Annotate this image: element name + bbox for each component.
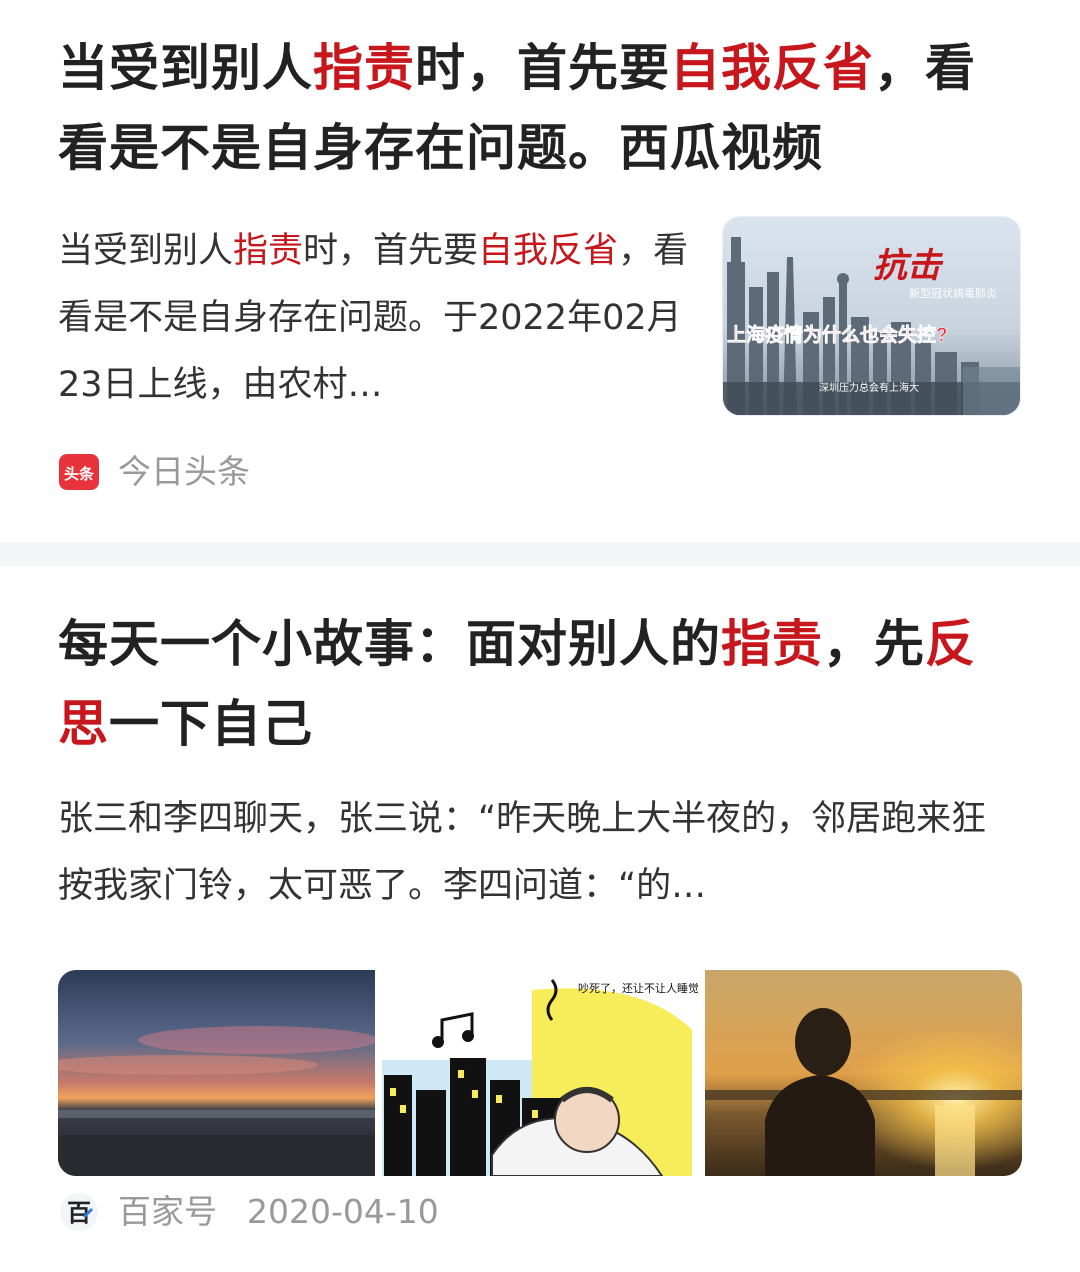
summary-text: 当受到别人 (58, 231, 234, 271)
source-row[interactable]: 头条 今日头条 (58, 451, 250, 493)
result-summary: 张三和李四聊天，张三说：“昨天晚上大半夜的，邻居跑来狂按我家门铃，太可恶了。李四… (58, 799, 987, 906)
thumbnail-credit: 深圳压力总会有上海大 (819, 381, 919, 394)
sunset-beach-image[interactable] (58, 970, 375, 1176)
svg-text:头条: 头条 (64, 465, 95, 483)
title-highlight: 指责 (721, 615, 823, 673)
thumbnail-brush-title: 抗击 (873, 246, 944, 286)
thumbnail-headline: 上海疫情为什么也会失控? (727, 323, 948, 346)
summary-highlight: 指责 (233, 231, 304, 271)
noisy-neighbor-cartoon-image[interactable]: 吵死了，还让不让人睡觉啊? (381, 970, 699, 1176)
card-divider (0, 542, 1080, 566)
title-text: 一下自己 (109, 695, 313, 753)
title-highlight: 指责 (313, 39, 415, 97)
summary-text: 时，首先要 (303, 231, 479, 271)
cartoon-caption: 吵死了，还让不让人睡觉啊? (578, 982, 699, 995)
title-text: 时，首先要 (415, 39, 670, 97)
image-gallery[interactable]: 吵死了，还让不让人睡觉啊? (58, 970, 1022, 1176)
thumbnail-subtitle: 新型冠状病毒肺炎 (909, 286, 997, 300)
search-result-card-2[interactable]: 每天一个小故事：面对别人的指责，先反思一下自己 张三和李四聊天，张三说：“昨天晚… (0, 566, 1080, 1272)
title-text: ，先 (823, 615, 925, 673)
publish-date: 2020-04-10 (247, 1192, 439, 1231)
result-title[interactable]: 每天一个小故事：面对别人的指责，先反思一下自己 (58, 604, 1018, 764)
source-name: 今日头条 (118, 452, 250, 491)
man-sunset-silhouette-image[interactable] (705, 970, 1022, 1176)
baijiahao-logo-icon: 百 (60, 1193, 98, 1231)
title-highlight: 自我反省 (670, 39, 874, 97)
source-name: 百家号 (118, 1192, 217, 1231)
title-text: 当受到别人 (58, 39, 313, 97)
search-result-card-1[interactable]: 当受到别人指责时，首先要自我反省，看看是不是自身存在问题。西瓜视频 当受到别人指… (0, 0, 1080, 542)
video-thumbnail[interactable]: 抗击 新型冠状病毒肺炎 上海疫情为什么也会失控? 深圳压力总会有上海大 (722, 216, 1021, 416)
result-title[interactable]: 当受到别人指责时，首先要自我反省，看看是不是自身存在问题。西瓜视频 (58, 28, 1008, 188)
title-text: 每天一个小故事：面对别人的 (58, 615, 721, 673)
source-row[interactable]: 百 百家号 2020-04-10 (58, 1191, 439, 1233)
toutiao-logo-icon: 头条 (59, 454, 99, 490)
summary-highlight: 自我反省 (478, 231, 619, 271)
result-summary: 当受到别人指责时，首先要自我反省，看看是不是自身存在问题。于2022年02月23… (58, 218, 698, 419)
